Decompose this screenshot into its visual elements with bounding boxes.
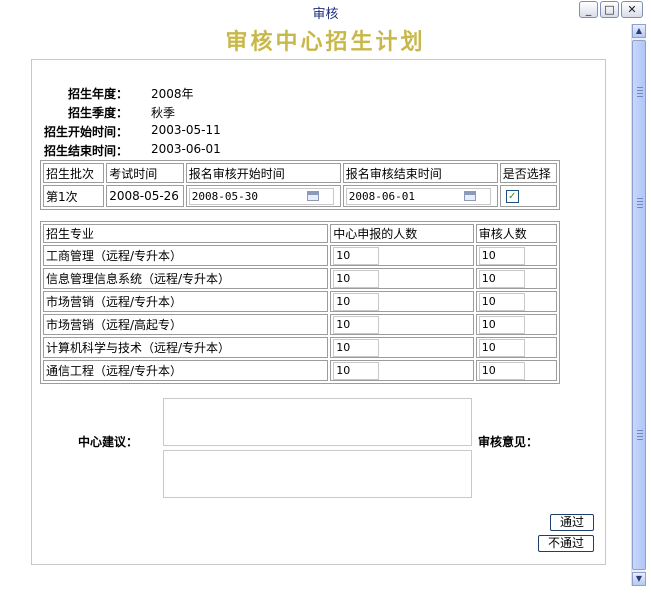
review-opinion-textarea[interactable] xyxy=(163,450,472,498)
approved-input[interactable]: 10 xyxy=(478,338,525,357)
approved-input[interactable]: 10 xyxy=(478,315,525,334)
exam-date: 2008-05-26 xyxy=(106,185,184,207)
review-end-input[interactable]: 2008-06-01 xyxy=(345,187,491,205)
review-end-cell: 2008-06-01 xyxy=(342,185,498,207)
window-controls: _ □ ✕ xyxy=(579,1,643,18)
major-name: 计算机科学与技术（远程/专升本） xyxy=(43,337,329,358)
scroll-thumb[interactable] xyxy=(632,40,646,570)
review-opinion-label: 审核意见： xyxy=(478,435,539,449)
approved-cell: 10 xyxy=(475,360,557,381)
scroll-up-icon[interactable]: ▲ xyxy=(632,24,646,38)
approved-cell: 10 xyxy=(475,291,557,312)
end-time-label: 招生结束时间： xyxy=(43,144,128,158)
selected-cell: ✓ xyxy=(499,185,557,207)
vertical-scrollbar[interactable]: ▲ ▼ xyxy=(631,24,646,586)
reported-input[interactable]: 10 xyxy=(333,269,380,288)
major-name: 通信工程（远程/专升本） xyxy=(43,360,329,381)
reported-input[interactable]: 10 xyxy=(333,292,380,311)
major-table: 招生专业 中心申报的人数 审核人数 工商管理（远程/专升本） 10 10 信息管… xyxy=(40,221,560,384)
batch-table: 招生批次 考试时间 报名审核开始时间 报名审核结束时间 是否选择 第1次 200… xyxy=(40,160,560,210)
year-value: 2008年 xyxy=(151,87,194,101)
start-time-value: 2003-05-11 xyxy=(151,123,221,137)
window-title: 审核 xyxy=(312,7,339,22)
reported-cell: 10 xyxy=(330,360,474,381)
header-major: 招生专业 xyxy=(43,224,329,243)
maximize-icon[interactable]: □ xyxy=(600,1,619,18)
approved-input[interactable]: 10 xyxy=(478,246,525,265)
review-start-cell: 2008-05-30 xyxy=(185,185,341,207)
header-reported: 中心申报的人数 xyxy=(330,224,474,243)
approved-cell: 10 xyxy=(475,268,557,289)
header-batch: 招生批次 xyxy=(43,163,105,183)
table-row: 市场营销（远程/专升本） 10 10 xyxy=(43,291,557,312)
major-name: 市场营销（远程/高起专） xyxy=(43,314,329,335)
table-row: 计算机科学与技术（远程/专升本） 10 10 xyxy=(43,337,557,358)
reported-cell: 10 xyxy=(330,245,474,266)
batch-number: 第1次 xyxy=(43,185,105,207)
approve-button[interactable]: 通过 xyxy=(550,514,594,531)
reported-input[interactable]: 10 xyxy=(333,246,380,265)
batch-header-row: 招生批次 考试时间 报名审核开始时间 报名审核结束时间 是否选择 xyxy=(43,163,557,183)
calendar-icon[interactable] xyxy=(463,190,476,201)
batch-row: 第1次 2008-05-26 2008-05-30 2008-06-01 ✓ xyxy=(43,185,557,207)
close-icon[interactable]: ✕ xyxy=(621,1,643,18)
season-label: 招生季度： xyxy=(67,106,128,120)
table-row: 信息管理信息系统（远程/专升本） 10 10 xyxy=(43,268,557,289)
approved-cell: 10 xyxy=(475,314,557,335)
reject-button[interactable]: 不通过 xyxy=(538,535,594,552)
center-suggestion-textarea[interactable] xyxy=(163,398,472,446)
table-row: 市场营销（远程/高起专） 10 10 xyxy=(43,314,557,335)
review-end-value: 2008-06-01 xyxy=(348,189,415,203)
review-start-value: 2008-05-30 xyxy=(191,189,258,203)
minimize-icon[interactable]: _ xyxy=(579,1,598,18)
select-checkbox[interactable]: ✓ xyxy=(505,190,519,203)
approved-cell: 10 xyxy=(475,337,557,358)
major-name: 市场营销（远程/专升本） xyxy=(43,291,329,312)
reported-input[interactable]: 10 xyxy=(333,315,380,334)
reported-cell: 10 xyxy=(330,268,474,289)
calendar-icon[interactable] xyxy=(306,190,319,201)
header-approved: 审核人数 xyxy=(475,224,557,243)
approved-input[interactable]: 10 xyxy=(478,269,525,288)
header-selected: 是否选择 xyxy=(499,163,557,183)
header-review-start: 报名审核开始时间 xyxy=(185,163,341,183)
table-row: 通信工程（远程/专升本） 10 10 xyxy=(43,360,557,381)
table-row: 工商管理（远程/专升本） 10 10 xyxy=(43,245,557,266)
approved-input[interactable]: 10 xyxy=(478,361,525,380)
approved-cell: 10 xyxy=(475,245,557,266)
reported-input[interactable]: 10 xyxy=(333,338,380,357)
reported-cell: 10 xyxy=(330,291,474,312)
header-exam-date: 考试时间 xyxy=(106,163,184,183)
reported-cell: 10 xyxy=(330,337,474,358)
major-header-row: 招生专业 中心申报的人数 审核人数 xyxy=(43,224,557,243)
header-review-end: 报名审核结束时间 xyxy=(342,163,498,183)
end-time-value: 2003-06-01 xyxy=(151,142,221,156)
reported-cell: 10 xyxy=(330,314,474,335)
center-suggestion-label: 中心建议： xyxy=(78,435,139,449)
major-name: 信息管理信息系统（远程/专升本） xyxy=(43,268,329,289)
scroll-down-icon[interactable]: ▼ xyxy=(632,572,646,586)
start-time-label: 招生开始时间： xyxy=(43,125,128,139)
reported-input[interactable]: 10 xyxy=(333,361,380,380)
title-bar: 审核 _ □ ✕ xyxy=(0,0,651,22)
review-start-input[interactable]: 2008-05-30 xyxy=(188,187,334,205)
major-name: 工商管理（远程/专升本） xyxy=(43,245,329,266)
approved-input[interactable]: 10 xyxy=(478,292,525,311)
checkmark-icon: ✓ xyxy=(508,191,517,202)
season-value: 秋季 xyxy=(151,106,176,120)
page-title: 审核中心招生计划 xyxy=(225,29,426,55)
year-label: 招生年度： xyxy=(67,87,128,101)
